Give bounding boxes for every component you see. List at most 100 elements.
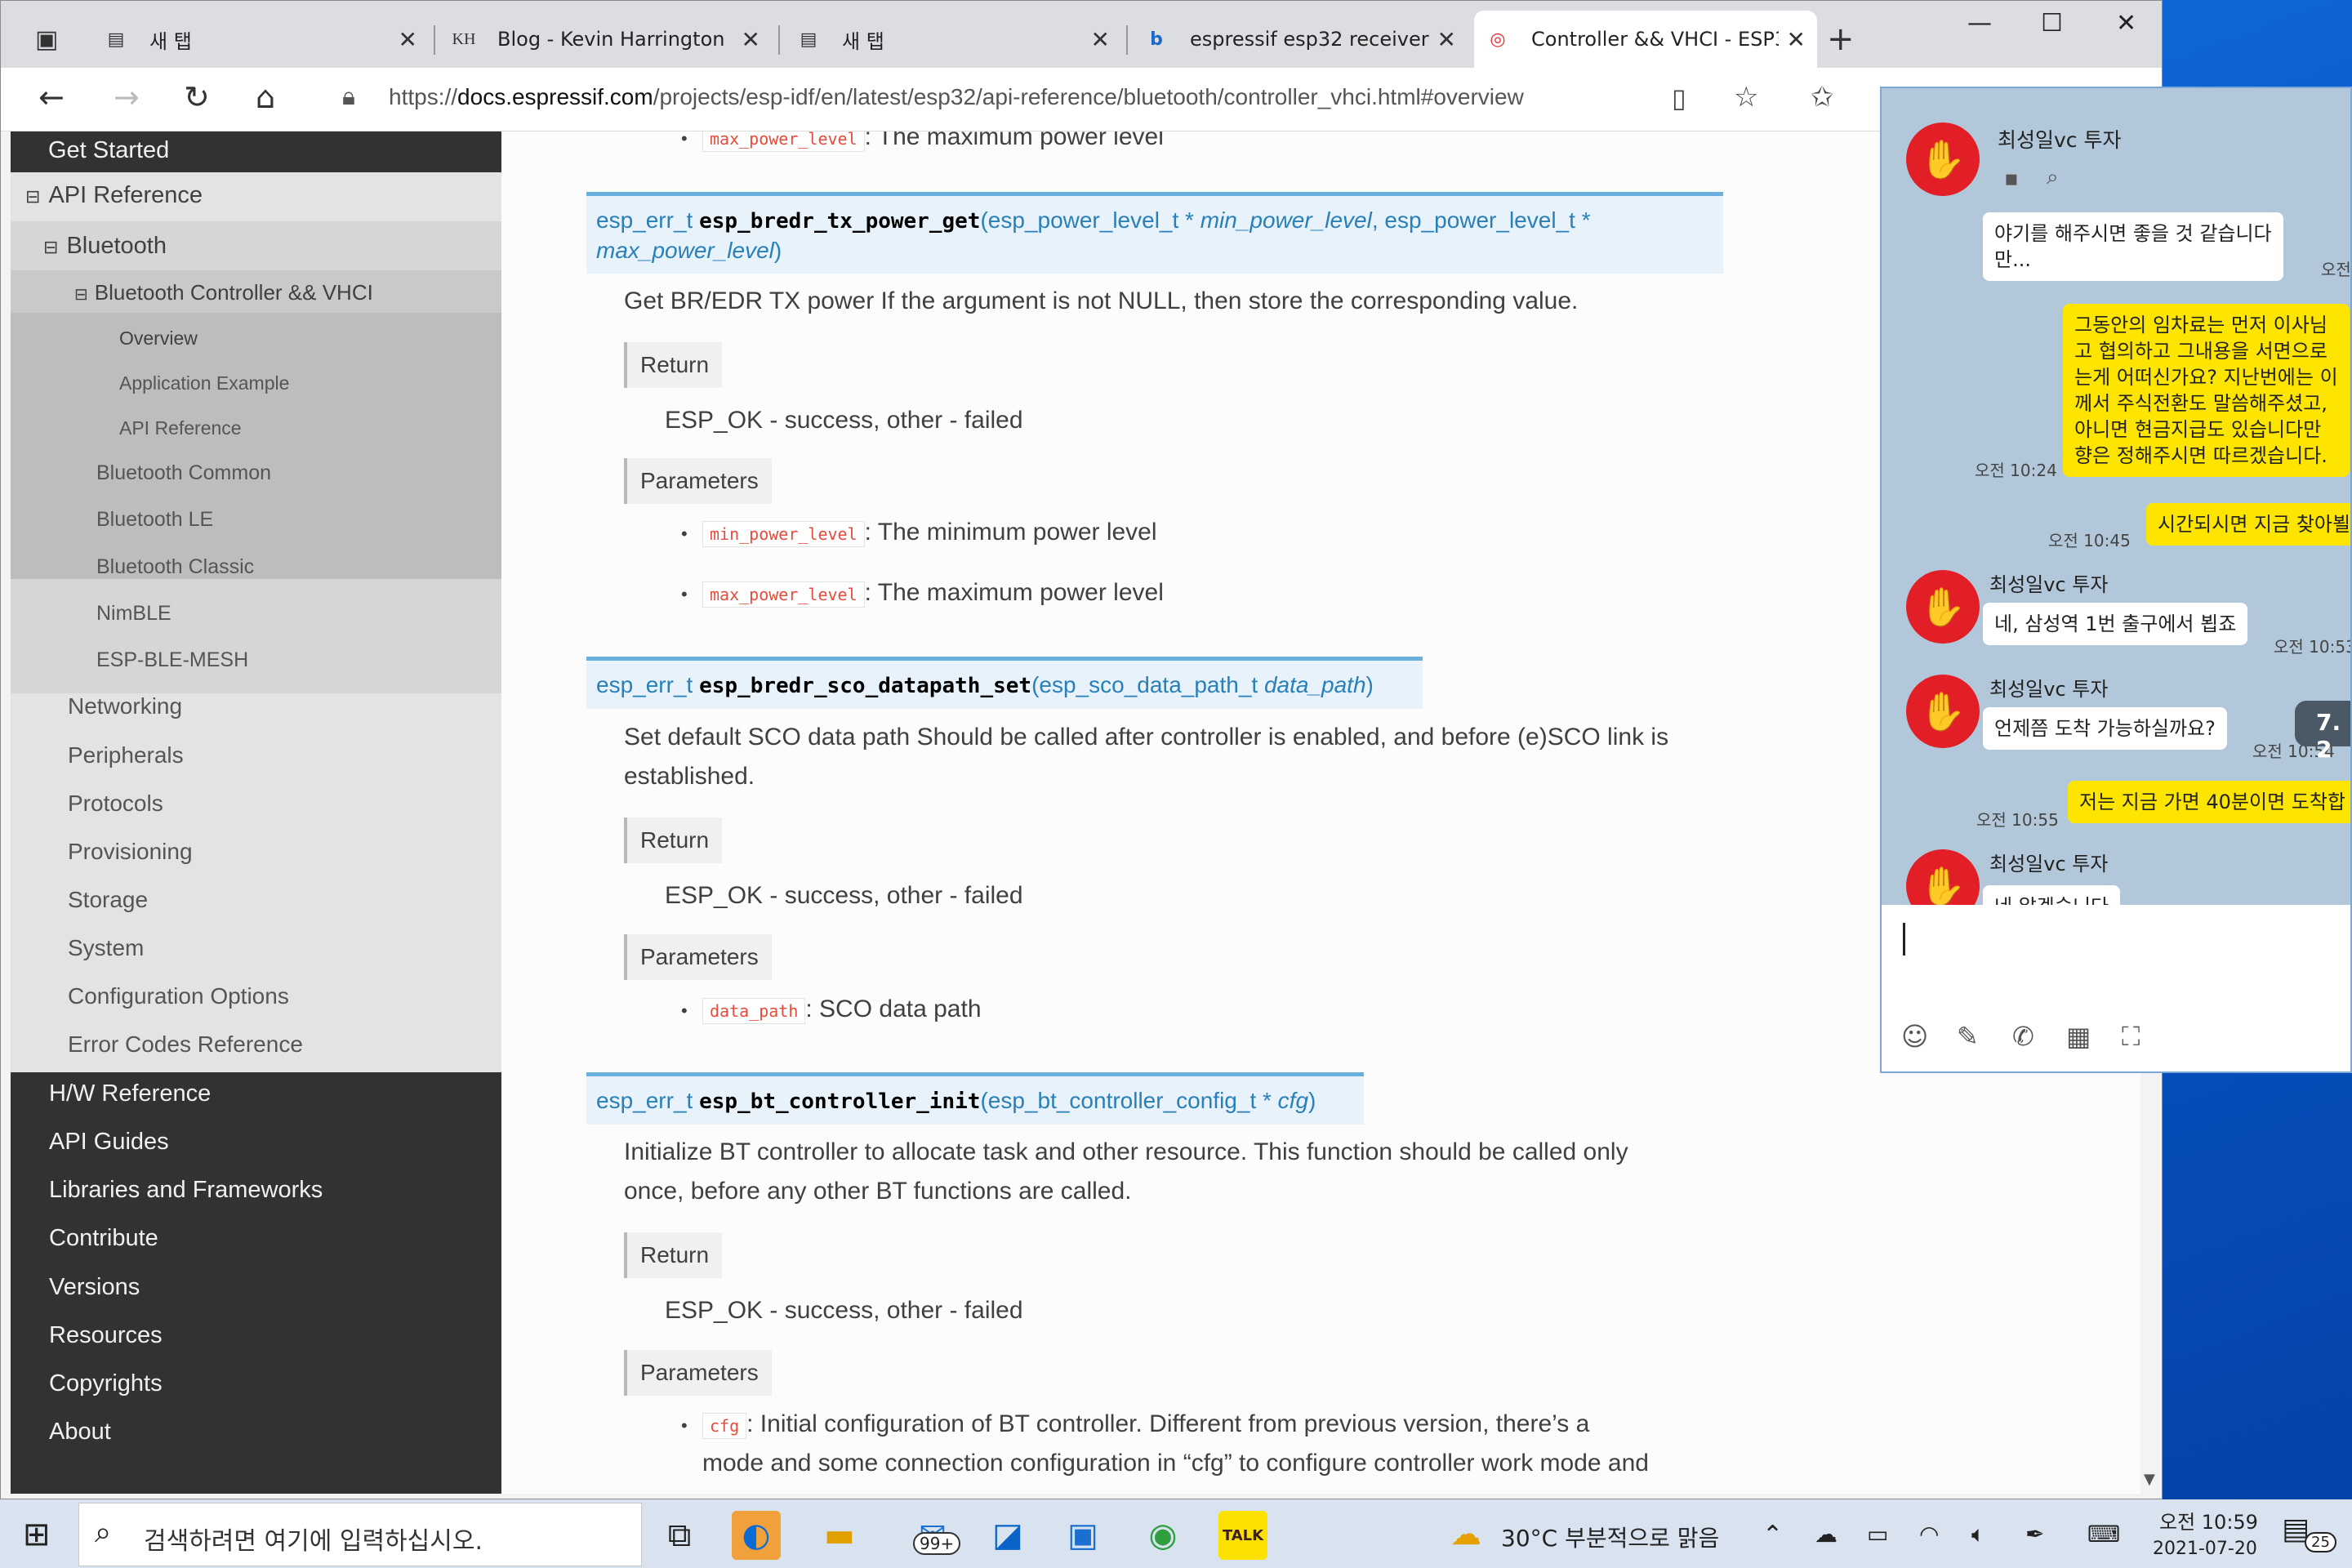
nav-api-reference[interactable]: ⊟ API Reference [25,182,501,209]
store-icon[interactable]: ▣ [1058,1511,1107,1560]
message-input[interactable] [1882,905,2350,1071]
keyboard-icon[interactable]: ⌨ [2087,1521,2120,1548]
close-icon[interactable]: ✕ [1437,26,1456,53]
nav-provisioning[interactable]: Provisioning [68,839,501,865]
unread-badge[interactable]: 7. 2 [2295,701,2350,763]
message-bubble-mine: 그동안의 임차료는 먼저 이사님 고 협의하고 그내용을 서면으로 는게 어떠신… [2063,304,2350,477]
forward-button[interactable]: → [114,79,140,115]
windows-start-icon[interactable]: ⊞ [23,1516,51,1553]
collapse-icon: ⊟ [25,186,41,207]
clock-date[interactable]: 2021-07-20 [2153,1539,2257,1559]
tab-actions-icon[interactable]: ▣ [35,25,58,54]
close-icon[interactable]: ✕ [742,26,760,53]
function-description: Get BR/EDR TX power If the argument is n… [624,287,1579,314]
clock-time[interactable]: 오전 10:59 [2159,1506,2258,1535]
tab-new-1[interactable]: ▤ 새 탭 ✕ [92,11,429,68]
nav-esp-ble-mesh[interactable]: ESP-BLE-MESH [96,648,501,672]
emoticon-icon[interactable]: ☺ [1901,1021,1928,1052]
nav-application-example[interactable]: Application Example [119,372,501,394]
reader-view-icon[interactable]: ▯ [1672,82,1686,114]
param-item: • min_power_level: The minimum power leve… [681,519,1157,547]
nav-api-guides[interactable]: API Guides [49,1129,501,1156]
url-text[interactable]: https://docs.espressif.com/projects/esp-… [389,84,1524,110]
back-button[interactable]: ← [38,79,65,115]
nav-storage[interactable]: Storage [68,887,501,913]
nav-bluetooth-classic[interactable]: Bluetooth Classic [96,555,501,579]
window-close-button[interactable]: ✕ [2116,9,2136,38]
chrome-icon[interactable]: ◉ [1138,1511,1187,1560]
nav-about[interactable]: About [49,1419,501,1446]
message-time: 오전 10:45 [2048,531,2131,550]
nav-overview[interactable]: Overview [119,327,501,350]
refresh-button[interactable]: ↻ [184,79,210,115]
nav-hw-reference[interactable]: H/W Reference [49,1080,501,1107]
avatar[interactable]: ✋ [1906,675,1980,748]
weather-text[interactable]: 30°C 부분적으로 맑음 [1501,1521,1719,1553]
scroll-down-arrow-icon[interactable]: ▼ [2144,1471,2155,1488]
close-icon[interactable]: ✕ [1091,26,1110,53]
nav-bluetooth-common[interactable]: Bluetooth Common [96,461,501,485]
nav-versions[interactable]: Versions [49,1274,501,1301]
drawer-icon[interactable]: ▪ [2004,167,2019,191]
minimize-button[interactable]: — [1967,9,1992,38]
parameters-label: Parameters [624,1350,772,1396]
pen-icon[interactable]: ✒ [2025,1521,2044,1548]
nav-bluetooth[interactable]: ⊟ Bluetooth [43,233,501,260]
search-placeholder: 검색하려면 여기에 입력하십시오. [144,1527,483,1556]
nav-networking[interactable]: Networking [68,693,501,719]
outlook-icon[interactable]: ◪ [983,1511,1032,1560]
hand-icon: ✋ [1919,584,1967,629]
nav-get-started[interactable]: Get Started [11,131,501,172]
file-explorer-icon[interactable]: ▬ [815,1511,864,1560]
task-view-icon[interactable]: ⧉ [655,1511,704,1560]
attach-icon[interactable]: ✎ [1957,1021,1979,1052]
sender-name: 최성일vc 투자 [1989,678,2109,701]
close-icon[interactable]: ✕ [399,26,417,53]
home-button[interactable]: ⌂ [256,79,275,115]
search-icon[interactable]: ⌕ [2047,165,2059,190]
kakaotalk-icon[interactable]: TALK [1218,1511,1267,1560]
nav-bluetooth-le[interactable]: Bluetooth LE [96,508,501,532]
param-item: • max_power_level: The maximum power leve… [681,579,1164,608]
nav-controller-vhci[interactable]: ⊟ Bluetooth Controller && VHCI [74,280,501,305]
volume-icon[interactable]: 🔈︎ [1971,1521,1985,1548]
onedrive-icon[interactable]: ☁ [1815,1521,1838,1548]
battery-icon[interactable]: ▭ [1867,1521,1888,1548]
close-icon[interactable]: ✕ [1787,26,1806,53]
chevron-up-icon[interactable]: ⌃ [1762,1521,1783,1549]
nav-nimble[interactable]: NimBLE [96,602,501,626]
parameters-label: Parameters [624,458,772,504]
nav-system[interactable]: System [68,935,501,961]
wifi-icon[interactable]: ◠ [1919,1521,1939,1548]
edge-icon[interactable]: ◐ [732,1511,781,1560]
kh-blog-icon: KH [452,29,476,48]
collapse-icon: ⊟ [74,286,88,304]
nav-protocols[interactable]: Protocols [68,791,501,817]
nav-configuration-options[interactable]: Configuration Options [68,983,501,1009]
nav-copyrights[interactable]: Copyrights [49,1370,501,1397]
favorites-icon[interactable]: ✩ [1811,81,1834,114]
message-bubble: 야기를 해주시면 좋을 것 같습니다 만... [1983,212,2283,281]
hand-icon: ✋ [1919,863,1967,908]
avatar[interactable]: ✋ [1906,570,1980,644]
tab-bing-search[interactable]: b espressif esp32 receiver blo ✕ [1133,11,1468,68]
nav-libraries-frameworks[interactable]: Libraries and Frameworks [49,1177,501,1204]
add-favorite-icon[interactable]: ☆ [1734,81,1758,114]
capture-icon[interactable]: ⛶ [2122,1021,2140,1053]
nav-resources[interactable]: Resources [49,1322,501,1349]
message-bubble: 언제쯤 도착 가능하실까요? [1983,707,2227,750]
tab-controller-vhci[interactable]: ◎ Controller && VHCI - ESP32 ✕ [1474,11,1817,68]
nav-peripherals[interactable]: Peripherals [68,742,501,768]
tab-new-2[interactable]: ▤ 새 탭 ✕ [785,11,1121,68]
maximize-button[interactable]: ☐ [2041,9,2063,38]
nav-contribute[interactable]: Contribute [49,1225,501,1252]
calendar-icon[interactable]: ▦ [2066,1021,2091,1052]
new-tab-button[interactable]: + [1827,20,1855,58]
weather-icon[interactable]: ☁ [1450,1516,1481,1552]
avatar[interactable]: ✋ [1906,122,1980,196]
nav-api-reference-sub[interactable]: API Reference [119,417,501,439]
nav-error-codes-reference[interactable]: Error Codes Reference [68,1031,501,1058]
call-icon[interactable]: ✆ [2012,1021,2034,1052]
tab-kevin-blog[interactable]: KH Blog - Kevin Harrington ✕ [440,11,772,68]
docs-content: • max_power_level: The maximum power leve… [501,131,1775,1494]
